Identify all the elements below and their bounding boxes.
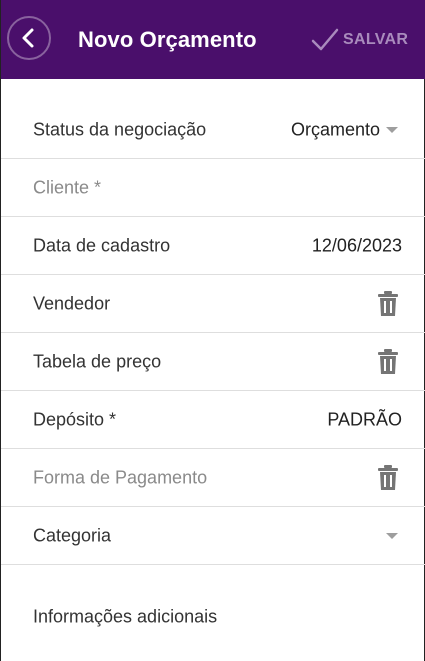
check-icon: [311, 28, 339, 51]
forma-pagamento-row[interactable]: Forma de Pagamento: [1, 449, 425, 507]
trash-icon[interactable]: [377, 464, 399, 491]
screen: Novo Orçamento SALVAR Status da negociaç…: [0, 0, 425, 661]
trash-icon[interactable]: [377, 348, 399, 375]
dropdown-caret-icon: [386, 126, 398, 133]
deposito-value: PADRÃO: [327, 409, 402, 429]
status-negociacao-row[interactable]: Status da negociação Orçamento: [1, 101, 425, 159]
data-cadastro-row[interactable]: Data de cadastro 12/06/2023: [1, 217, 425, 275]
chevron-left-icon: [22, 28, 34, 48]
save-button[interactable]: SALVAR: [311, 26, 408, 54]
cliente-field[interactable]: Cliente *: [1, 159, 425, 217]
app-bar: Novo Orçamento SALVAR: [1, 0, 425, 79]
tabela-preco-row[interactable]: Tabela de preço: [1, 333, 425, 391]
tabela-preco-label: Tabela de preço: [33, 351, 162, 371]
deposito-row[interactable]: Depósito * PADRÃO: [1, 391, 425, 449]
status-label: Status da negociação: [33, 119, 207, 139]
trash-icon[interactable]: [377, 290, 399, 317]
categoria-row[interactable]: Categoria: [1, 507, 425, 565]
back-button[interactable]: [7, 16, 51, 60]
informacoes-adicionais-row[interactable]: Informações adicionais: [1, 585, 425, 648]
vendedor-label: Vendedor: [33, 293, 111, 313]
cliente-placeholder: Cliente *: [33, 177, 102, 197]
page-title: Novo Orçamento: [78, 27, 257, 52]
deposito-label: Depósito *: [33, 409, 117, 429]
data-cadastro-value: 12/06/2023: [311, 235, 402, 255]
save-label: SALVAR: [343, 31, 409, 48]
informacoes-adicionais-label: Informações adicionais: [33, 606, 218, 626]
categoria-label: Categoria: [33, 525, 112, 545]
data-cadastro-label: Data de cadastro: [33, 235, 171, 255]
dropdown-caret-icon: [386, 532, 398, 539]
vendedor-row[interactable]: Vendedor: [1, 275, 425, 333]
status-value: Orçamento: [290, 119, 380, 139]
forma-pagamento-label: Forma de Pagamento: [33, 467, 208, 487]
